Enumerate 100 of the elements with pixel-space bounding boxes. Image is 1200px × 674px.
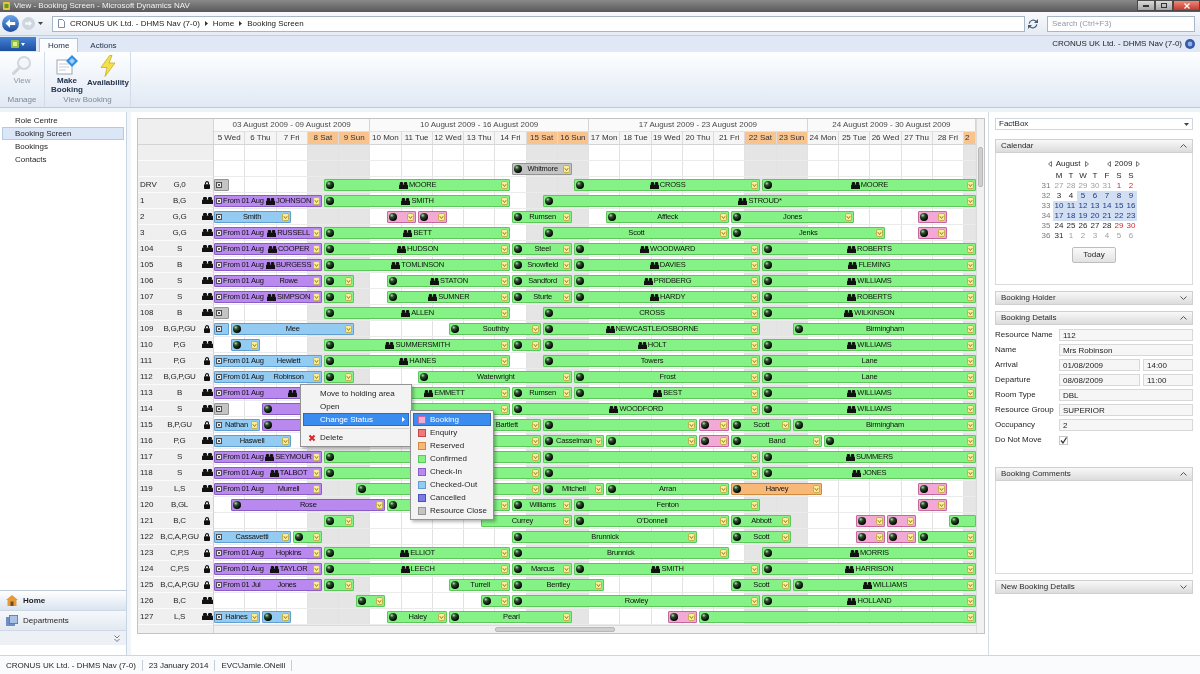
week-header: 17 August 2009 - 23 August 2009 — [589, 119, 808, 131]
resource-name: 127 — [139, 611, 155, 622]
resource-name: 1 — [139, 195, 146, 206]
group-label: View Booking — [63, 95, 112, 107]
day-header: 7 Fri — [276, 131, 308, 145]
resource-name: 106 — [139, 275, 155, 286]
day-header: 12 Wed — [432, 131, 464, 145]
weekday-label: T — [1091, 171, 1099, 181]
resource-group: B,GL — [158, 499, 201, 510]
resource-group: B,P,GU — [158, 419, 201, 430]
resource-name: 107 — [139, 291, 155, 302]
resource-name: 110 — [139, 339, 154, 350]
resource-group: B,G,P,GU — [158, 323, 201, 334]
resource-name: 105 — [139, 259, 155, 270]
status-text: CRONUS UK Ltd. - DHMS Nav (7-0) — [0, 659, 143, 671]
resource-name: 122 — [139, 531, 155, 542]
resource-name: 2 — [139, 211, 146, 222]
day-header: 10 Mon — [370, 131, 402, 145]
week-header: 24 August 2009 - 30 August 2009 — [807, 119, 976, 131]
resource-name: 114 — [139, 403, 154, 414]
day-header: 17 Mon — [589, 131, 621, 145]
resource-group: B,G,P,GU — [158, 371, 201, 382]
resource-group: P,G — [158, 339, 201, 350]
day-header: 22 Sat — [745, 131, 777, 145]
resource-name: 125 — [139, 579, 155, 590]
field-label: Name — [995, 345, 1018, 355]
field-label: Departure — [995, 375, 1032, 385]
field-label: Arrival — [995, 360, 1019, 370]
weekday-label: W — [1078, 171, 1088, 181]
day-header: 2 — [964, 131, 976, 145]
resource-name: 123 — [139, 547, 155, 558]
resource-group: B,C,A,P,GU — [158, 531, 201, 542]
day-header: 15 Sat — [526, 131, 558, 145]
resource-name: 109 — [139, 323, 155, 334]
day-header: 16 Sun — [557, 131, 589, 145]
week-number: 32 — [1040, 191, 1052, 201]
field-label: Occupancy — [995, 420, 1037, 430]
week-number: 35 — [1040, 221, 1052, 231]
resource-group: C,P,S — [158, 563, 201, 574]
weekday-label: S — [1115, 171, 1123, 181]
resource-name: 112 — [139, 371, 154, 382]
resource-name: 117 — [139, 451, 154, 462]
day-header: 19 Wed — [651, 131, 683, 145]
day-header: 25 Tue — [839, 131, 871, 145]
resource-name: 116 — [139, 435, 154, 446]
day-header: 28 Fri — [932, 131, 964, 145]
weekday-label: M — [1054, 171, 1064, 181]
group-label: Manage — [7, 95, 37, 107]
resource-name: 113 — [139, 387, 154, 398]
weekday-label: F — [1103, 171, 1111, 181]
weekday-label: T — [1067, 171, 1075, 181]
year-label: 2009 — [1114, 158, 1133, 169]
day-header: 27 Thu — [901, 131, 933, 145]
week-header: 10 August 2009 - 16 August 2009 — [370, 119, 589, 131]
resource-name: 120 — [139, 499, 155, 510]
resource-name: 118 — [139, 467, 154, 478]
status-text: EVC\Jamie.ONeill — [215, 659, 293, 671]
week-number: 33 — [1040, 201, 1052, 211]
resource-group: S — [158, 275, 201, 286]
day-header: 21 Fri — [714, 131, 746, 145]
day-header: 11 Tue — [401, 131, 433, 145]
company-name: CRONUS UK Ltd. - DHMS Nav (7-0) — [1052, 39, 1182, 49]
resource-name: 124 — [139, 563, 155, 574]
resource-group: S — [158, 243, 201, 254]
resource-name: 104 — [139, 243, 155, 254]
day-header: 9 Sun — [339, 131, 371, 145]
day-header: 8 Sat — [307, 131, 339, 145]
month-label: August — [1055, 158, 1081, 169]
resource-group: S — [158, 403, 201, 414]
day-header: 23 Sun — [776, 131, 808, 145]
day-header: 13 Thu — [464, 131, 496, 145]
resource-group: B,C,A,P,GU — [158, 579, 201, 590]
resource-name: DRV — [139, 179, 158, 190]
day-header: 18 Tue — [620, 131, 652, 145]
resource-group: G,G — [158, 211, 201, 222]
resource-group: B — [158, 307, 201, 318]
resource-group: S — [158, 451, 201, 462]
day-header: 14 Fri — [495, 131, 527, 145]
window-title: View - Booking Screen - Microsoft Dynamics NAV — [14, 1, 190, 11]
week-number: 34 — [1040, 211, 1052, 221]
resource-group: B — [158, 259, 201, 270]
field-label: Resource Group — [995, 405, 1055, 415]
resource-group: B,G — [158, 195, 201, 206]
resource-group: P,G — [158, 435, 201, 446]
resource-name: 126 — [139, 595, 155, 606]
resource-group: P,G — [158, 355, 201, 366]
resource-name: 108 — [139, 307, 155, 318]
resource-name: 111 — [139, 355, 154, 366]
resource-group: L,S — [158, 483, 201, 494]
week-header: 03 August 2009 - 09 August 2009 — [214, 119, 371, 131]
resource-group: S — [158, 467, 201, 478]
field-label: Resource Name — [995, 330, 1054, 340]
resource-group: B — [158, 387, 201, 398]
status-text: 23 January 2014 — [142, 659, 216, 671]
weekday-label: S — [1127, 171, 1135, 181]
resource-group: L,S — [158, 611, 201, 622]
resource-group: G,G — [158, 227, 201, 238]
resource-name: 3 — [139, 227, 146, 238]
field-label: Room Type — [995, 390, 1037, 400]
week-number: 31 — [1040, 181, 1052, 191]
